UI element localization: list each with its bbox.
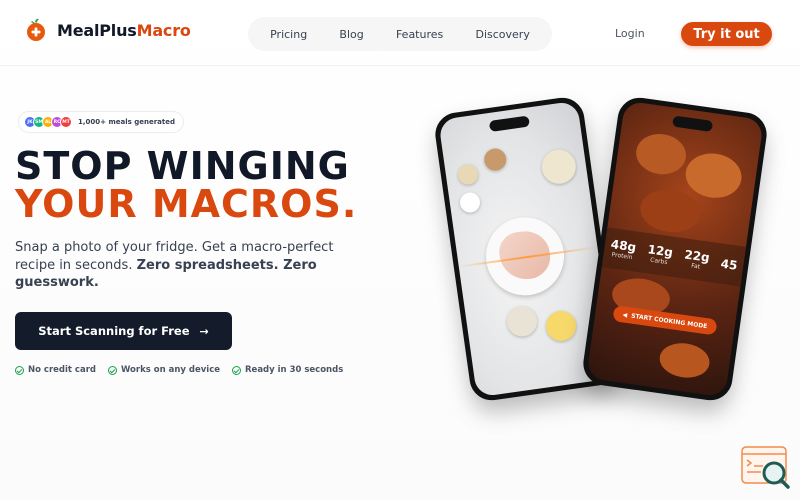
- ingredient-bowl: [458, 191, 482, 214]
- logo-text: MealPlusMacro: [57, 20, 191, 40]
- phone-recipe-preview: 48g Protein 12g Carbs 22g Fat 45 ◀ START CO…: [580, 94, 770, 404]
- feature-item: Works on any device: [107, 365, 221, 375]
- hero-subtitle: Snap a photo of your fridge. Get a macro…: [15, 239, 335, 292]
- macro-fat: 22g Fat: [683, 247, 711, 271]
- try-it-out-button[interactable]: Try it out: [681, 22, 772, 46]
- tomato-plus-icon: [25, 18, 47, 42]
- butter-bowl: [544, 309, 578, 343]
- food-image: [637, 185, 703, 236]
- nav-discovery[interactable]: Discovery: [475, 28, 529, 41]
- landing-page: MealPlusMacro Pricing Blog Features Disc…: [0, 0, 800, 500]
- check-circle-icon: [107, 365, 117, 375]
- meals-generated-badge: JK SM AL RC MT 1,000+ meals generated: [18, 111, 184, 133]
- headline-line-1: STOP WINGING: [15, 144, 350, 188]
- macro-summary: 48g Protein 12g Carbs 22g Fat 45: [601, 227, 746, 287]
- macro-calories: 45: [719, 256, 739, 273]
- phone-notch: [672, 115, 714, 132]
- recipe-screen: 48g Protein 12g Carbs 22g Fat 45 ◀ START CO…: [586, 100, 764, 398]
- headline-line-2: YOUR MACROS.: [15, 182, 358, 226]
- avatar-stack: JK SM AL RC MT: [24, 116, 72, 128]
- chat-widget-icon[interactable]: [741, 445, 791, 491]
- cook-label: START COOKING MODE: [630, 312, 708, 330]
- start-scanning-button[interactable]: Start Scanning for Free →: [15, 312, 232, 350]
- phone-notch: [488, 115, 530, 132]
- feature-item: No credit card: [15, 365, 96, 375]
- food-image: [657, 340, 712, 381]
- nav-blog[interactable]: Blog: [339, 28, 363, 41]
- feature-item: Ready in 30 seconds: [232, 365, 343, 375]
- macro-carbs: 12g Carbs: [646, 242, 674, 267]
- speaker-icon: ◀: [622, 310, 628, 319]
- main-nav: Pricing Blog Features Discovery: [248, 17, 552, 51]
- arrow-right-icon: →: [199, 324, 209, 338]
- feature-label: Works on any device: [120, 365, 221, 375]
- ingredient-bowl: [505, 304, 539, 339]
- ingredient-bowl: [539, 147, 579, 186]
- check-circle-icon: [232, 365, 242, 375]
- food-image: [633, 130, 689, 178]
- site-header: MealPlusMacro Pricing Blog Features Disc…: [0, 0, 800, 66]
- food-image: [682, 149, 745, 202]
- nav-pricing[interactable]: Pricing: [270, 28, 307, 41]
- ingredient-bowl: [456, 163, 480, 186]
- macro-protein: 48g Protein: [610, 237, 638, 262]
- feature-label: Ready in 30 seconds: [245, 365, 344, 375]
- logo[interactable]: MealPlusMacro: [25, 18, 191, 42]
- avatar: MT: [60, 116, 72, 128]
- nav-features[interactable]: Features: [396, 28, 443, 41]
- start-cooking-button[interactable]: ◀ START COOKING MODE: [612, 305, 718, 336]
- ingredient-bowl: [482, 147, 508, 172]
- login-link[interactable]: Login: [615, 27, 645, 40]
- check-circle-icon: [15, 365, 24, 375]
- feature-list: No credit card Works on any device Ready…: [15, 365, 343, 375]
- meals-count-text: 1,000+ meals generated: [78, 118, 175, 126]
- feature-label: No credit card: [28, 365, 96, 375]
- cta-label: Start Scanning for Free: [38, 324, 190, 338]
